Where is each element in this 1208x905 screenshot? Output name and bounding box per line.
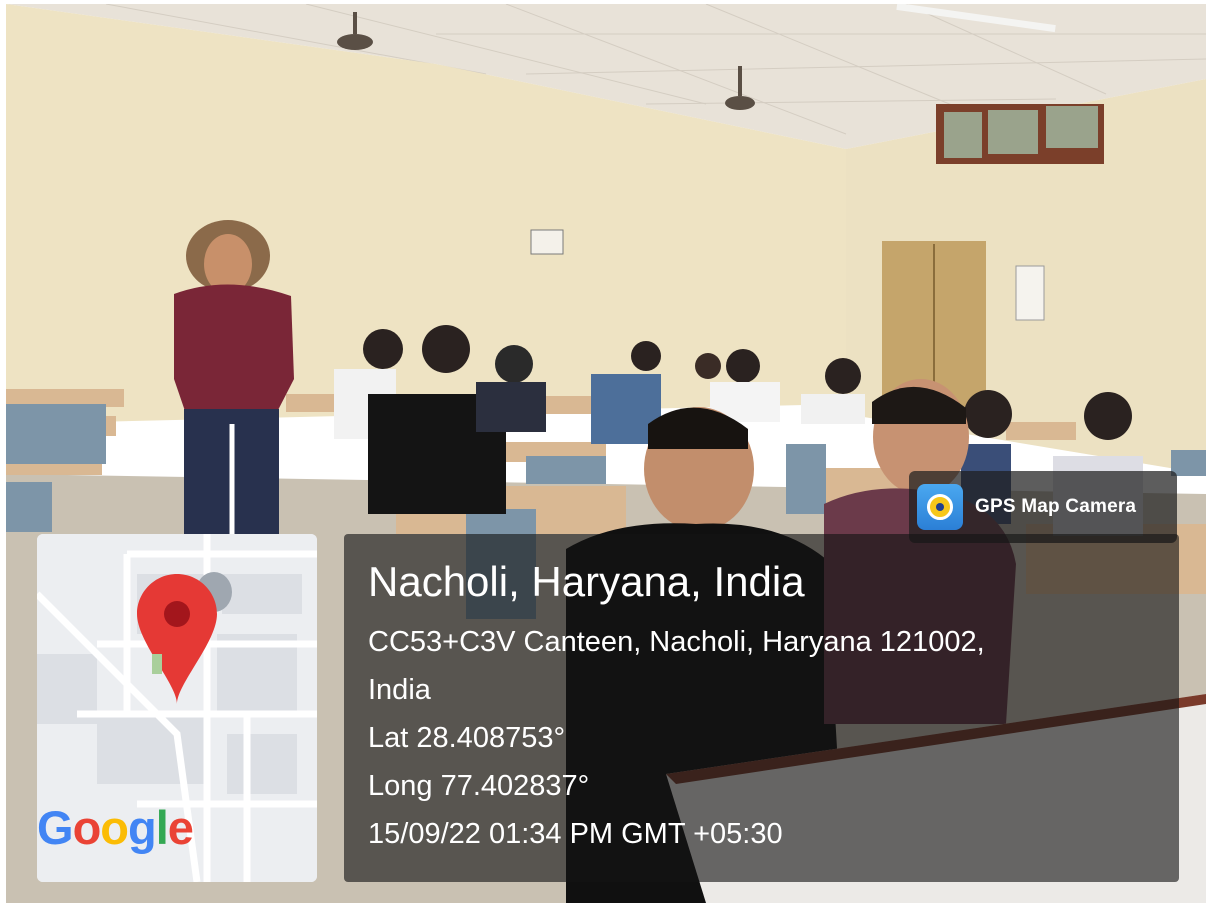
gps-map-camera-icon (917, 484, 963, 530)
datetime-text: 15/09/22 01:34 PM GMT +05:30 (368, 818, 783, 850)
longitude-text: Long 77.402837° (368, 770, 590, 802)
address-line-1: CC53+C3V Canteen, Nacholi, Haryana 12100… (368, 626, 985, 658)
app-name-label: GPS Map Camera (975, 496, 1137, 517)
address-line-2: India (368, 674, 431, 706)
photo-frame: GPS Map Camera Google Nacholi, Haryana, … (0, 0, 1208, 905)
gps-map-camera-badge: GPS Map Camera (909, 471, 1177, 543)
latitude-text: Lat 28.408753° (368, 722, 566, 754)
place-title: Nacholi, Haryana, India (368, 558, 805, 605)
mini-map: Google (37, 534, 317, 882)
google-logo: Google (37, 801, 194, 854)
location-info-panel: Nacholi, Haryana, India CC53+C3V Canteen… (344, 534, 1179, 882)
